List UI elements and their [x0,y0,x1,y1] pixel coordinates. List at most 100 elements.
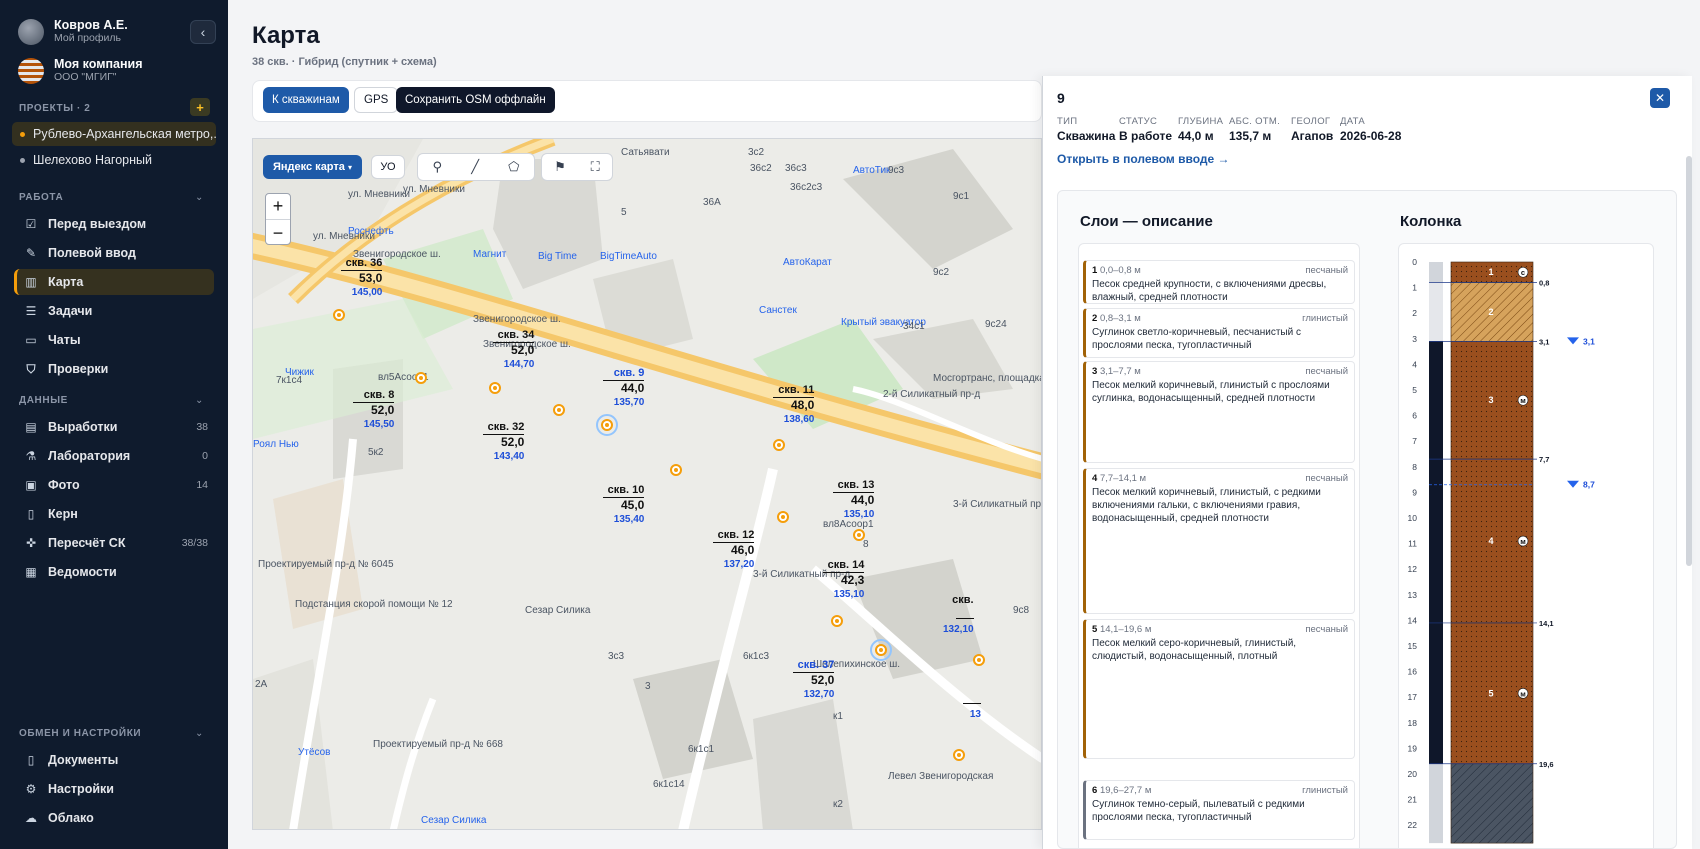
draw-toolbar: ⚲ ╱ ⬠ [417,153,535,181]
well-marker[interactable] [831,615,843,627]
zoom-in-button[interactable]: + [266,194,290,220]
nav-label: Проверки [48,362,109,376]
column-chart: 0123456789101112131415161718192021220,83… [1408,257,1595,844]
collapse-sidebar-button[interactable]: ‹ [190,20,216,44]
nav-item-document[interactable]: ▯ Документы [14,747,214,773]
tasks-icon: ☰ [25,304,37,318]
well-marker[interactable] [870,639,892,661]
well-marker[interactable] [973,654,985,666]
nav-item-tasks[interactable]: ☰ Задачи [14,298,214,324]
user-profile-link: Мой профиль [54,32,121,44]
panel-scrollbar[interactable] [1686,156,1692,566]
well-label[interactable]: скв. 34 52,0 144,70 [493,329,535,370]
well-label[interactable]: скв. 10 45,0 135,40 [603,484,645,525]
well-abs-elevation: 135,70 [613,397,645,408]
uo-toggle[interactable]: УО [371,155,405,179]
nav-item-gear[interactable]: ⚙ Настройки [14,776,214,802]
well-marker[interactable] [953,749,965,761]
map-canvas [253,139,1041,829]
chevron-down-icon[interactable]: ⌄ [195,728,203,739]
layer-card[interactable]: 6 19,6–27,7 м глинистый Суглинок темно-сер… [1083,780,1355,840]
well-abs-elevation: 132,10 [943,624,974,635]
nav-item-pencil[interactable]: ✎ Полевой ввод [14,240,214,266]
nav-item-table[interactable]: ▦ Ведомости [14,559,214,585]
well-label[interactable]: скв. 14 42,3 135,10 [823,559,865,600]
well-abs-elevation: 144,70 [503,359,535,370]
well-name: скв. 9 [613,367,645,379]
well-name: скв. 14 [827,559,865,571]
well-marker[interactable] [853,529,865,541]
well-depth: 52,0 [353,402,395,417]
layer-card[interactable]: 1 0,0–0,8 м песчаный Песок средней крупнос… [1083,260,1355,304]
nav-item-chat[interactable]: ▭ Чаты [14,327,214,353]
map-icon: ▥ [25,275,37,289]
nav-item-database[interactable]: ▤ Выработки 38 [14,414,214,440]
well-marker[interactable] [773,439,785,451]
nav-item-flask[interactable]: ⚗ Лаборатория 0 [14,443,214,469]
add-project-button[interactable]: + [190,98,210,116]
pin-icon[interactable]: ⚲ [433,159,443,175]
well-label[interactable]: скв. 12 46,0 137,20 [713,529,755,570]
stratigraphic-column: 0 1 2 3 4 5 6 7 8 9 10 11 12 13 14 15 16 17 18 19 20 21 22 0,8 3… [1398,243,1654,848]
project-item[interactable]: Рублево-Архангельская метро,... [12,122,216,146]
meta-key: ГЛУБИНА [1178,116,1224,127]
map-label: 6к1с3 [743,651,770,662]
save-osm-offline-button[interactable]: Сохранить OSM оффлайн [396,87,555,113]
well-marker[interactable] [489,382,501,394]
layer-type: глинистый [1302,785,1348,796]
well-marker[interactable] [596,414,618,436]
meta-key: АБС. ОТМ. [1229,116,1281,127]
map-view[interactable]: Яндекс карта ▾ УО ⚲ ╱ ⬠ ⚑ ⛶ + − Сатьяват… [252,138,1042,830]
close-panel-button[interactable]: ✕ [1650,88,1670,108]
well-label[interactable]: скв. 13 44,0 135,10 [833,479,875,520]
map-poi-label: Роял Нью [253,439,299,450]
well-depth [955,618,974,619]
chevron-down-icon[interactable]: ⌄ [195,395,203,406]
nav-item-crosshair[interactable]: ✜ Пересчёт СК 38/38 [14,530,214,556]
shield-check-icon: ⛉ [26,361,36,376]
nav-label: Облако [48,811,94,825]
layer-card[interactable]: 4 7,7–14,1 м песчаный Песок мелкий коричне… [1083,468,1355,614]
user-profile[interactable]: Ковров А.Е. Мой профиль [18,18,128,45]
well-label[interactable]: скв. 8 52,0 145,50 [353,389,395,430]
flag-icon[interactable]: ⚑ [554,159,566,175]
well-marker[interactable] [777,511,789,523]
well-label[interactable]: скв. 32 52,0 143,40 [483,421,525,462]
well-label[interactable]: скв. 9 44,0 135,70 [603,367,645,408]
nav-item-file[interactable]: ▯ Керн [14,501,214,527]
chevron-down-icon[interactable]: ⌄ [195,192,203,203]
well-label[interactable]: скв. 37 52,0 132,70 [793,659,835,700]
fullscreen-icon[interactable]: ⛶ [591,159,600,175]
well-marker[interactable] [553,404,565,416]
nav-item-cloud[interactable]: ☁ Облако [14,805,214,831]
well-label[interactable]: 13 [963,691,981,720]
nav-item-image[interactable]: ▣ Фото 14 [14,472,214,498]
depth-tick-label: 6 [1412,411,1417,421]
well-marker[interactable] [333,309,345,321]
well-marker[interactable] [415,372,427,384]
nav-item-shield-check[interactable]: ⛉ Проверки [14,356,214,382]
nav-count: 38/38 [181,537,208,549]
nav-item-checklist[interactable]: ☑ Перед выездом [14,211,214,237]
layer-card[interactable]: 2 0,8–3,1 м глинистый Суглинок светло-кори… [1083,308,1355,358]
map-type-select[interactable]: Яндекс карта ▾ [263,155,362,179]
line-icon[interactable]: ╱ [471,159,479,175]
to-wells-button[interactable]: К скважинам [263,87,349,113]
well-marker[interactable] [670,464,682,476]
polygon-icon[interactable]: ⬠ [508,159,519,175]
open-field-input-link[interactable]: Открыть в полевом вводе → [1057,152,1230,166]
layer-card[interactable]: 3 3,1–7,7 м песчаный Песок мелкий коричнев… [1083,361,1355,463]
company-switcher[interactable]: Моя компания ООО "МГИГ" [18,57,143,84]
layer-card[interactable]: 5 14,1–19,6 м песчаный Песок мелкий серо-к… [1083,619,1355,759]
project-item[interactable]: Шелехово Нагорный [12,148,216,172]
projects-section-title: ПРОЕКТЫ · 2 [19,103,91,114]
gps-button[interactable]: GPS [354,87,399,113]
layer-description: Песок средней крупности, с включениями д… [1092,279,1327,303]
zoom-out-button[interactable]: − [266,220,290,246]
map-label: Сезар Силика [525,605,591,616]
nav-item-map[interactable]: ▥ Карта [14,269,214,295]
well-label[interactable]: скв. 132,10 [943,594,974,635]
well-label[interactable]: скв. 36 53,0 145,00 [341,257,383,298]
layer-type: песчаный [1305,473,1348,484]
well-label[interactable]: скв. 11 48,0 138,60 [773,384,815,425]
